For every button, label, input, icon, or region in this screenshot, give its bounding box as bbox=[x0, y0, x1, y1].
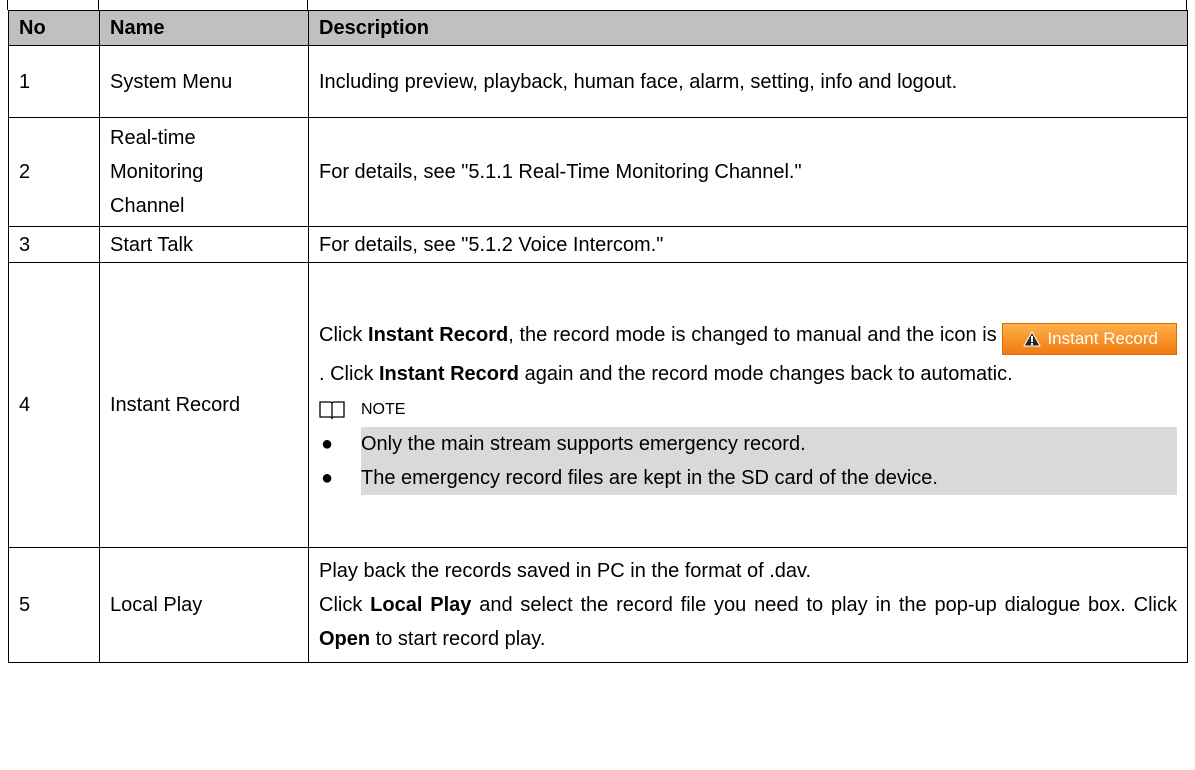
row-name: Real-time Monitoring Channel bbox=[99, 117, 309, 227]
row-no: 4 bbox=[8, 262, 100, 548]
header-name: Name bbox=[99, 10, 309, 46]
table-row: 4 Instant Record Click Instant Record, t… bbox=[8, 262, 1188, 548]
note-bullet: ● Only the main stream supports emergency… bbox=[319, 426, 1177, 461]
row-no: 2 bbox=[8, 117, 100, 227]
row-no: 1 bbox=[8, 45, 100, 118]
row-description: Click Instant Record, the record mode is… bbox=[308, 262, 1188, 548]
note-bullet: ● The emergency record files are kept in … bbox=[319, 460, 1177, 495]
row-no: 5 bbox=[8, 547, 100, 663]
warning-icon bbox=[1023, 330, 1042, 346]
row-no: 3 bbox=[8, 226, 100, 263]
row-description: Including preview, playback, human face,… bbox=[308, 45, 1188, 118]
row-description: For details, see "5.1.2 Voice Intercom." bbox=[308, 226, 1188, 263]
table-header-row: No Name Description bbox=[8, 10, 1188, 46]
description-table: No Name Description 1 System Menu Includ… bbox=[8, 10, 1188, 663]
table-row: 2 Real-time Monitoring Channel For detai… bbox=[8, 117, 1188, 227]
row-name: System Menu bbox=[99, 45, 309, 118]
row-name: Local Play bbox=[99, 547, 309, 663]
table-row: 5 Local Play Play back the records saved… bbox=[8, 547, 1188, 663]
header-description: Description bbox=[308, 10, 1188, 46]
book-icon bbox=[319, 400, 345, 419]
row-name: Instant Record bbox=[99, 262, 309, 548]
table-row: 3 Start Talk For details, see "5.1.2 Voi… bbox=[8, 226, 1188, 263]
row-name: Start Talk bbox=[99, 226, 309, 263]
previous-page-fragment bbox=[0, 0, 1195, 10]
header-no: No bbox=[8, 10, 100, 46]
row-description: For details, see "5.1.1 Real-Time Monito… bbox=[308, 117, 1188, 227]
note-heading: NOTE bbox=[319, 393, 1177, 427]
table-row: 1 System Menu Including preview, playbac… bbox=[8, 45, 1188, 118]
row-description: Play back the records saved in PC in the… bbox=[308, 547, 1188, 663]
instant-record-button-image: Instant Record bbox=[1002, 322, 1177, 355]
